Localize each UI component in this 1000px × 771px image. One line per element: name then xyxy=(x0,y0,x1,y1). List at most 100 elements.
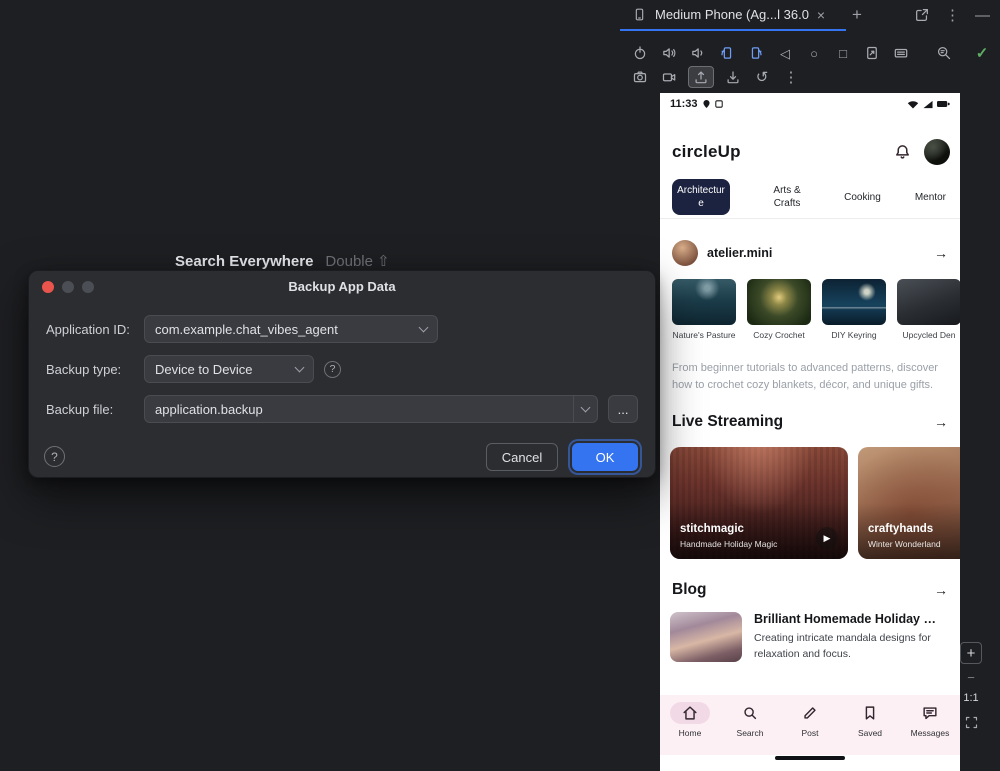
card-cozy-crochet[interactable]: Cozy Crochet xyxy=(747,279,811,340)
stream-user: stitchmagic xyxy=(680,523,744,535)
rotate-right-icon[interactable] xyxy=(746,43,766,63)
blog-post-image xyxy=(670,612,742,662)
blog-arrow-icon[interactable]: → xyxy=(934,582,948,598)
stream-caption: Winter Wonderland xyxy=(868,539,941,549)
dialog-help-button[interactable]: ? xyxy=(44,446,65,467)
screenshot-camera-icon[interactable] xyxy=(630,67,650,87)
emulator-device-tab[interactable]: Medium Phone (Ag...l 36.0 × xyxy=(620,0,846,31)
nav-item-post[interactable]: Post xyxy=(782,702,838,755)
backup-app-data-button[interactable] xyxy=(688,66,714,88)
nav-item-home[interactable]: Home xyxy=(662,702,718,755)
application-id-value: com.example.chat_vibes_agent xyxy=(155,322,338,337)
card-label: Nature's Pasture xyxy=(672,330,736,340)
nav-item-search[interactable]: Search xyxy=(722,702,778,755)
search-everywhere-popup-title: Search EverywhereDouble ⇧ xyxy=(175,252,390,270)
tab-close-icon[interactable]: × xyxy=(817,8,825,22)
card-diy-keyring[interactable]: DIY Keyring xyxy=(822,279,886,340)
toolbar-more-icon[interactable]: ⋮ xyxy=(781,67,801,87)
battery-icon xyxy=(937,100,950,108)
category-description: From beginner tutorials to advanced patt… xyxy=(672,360,948,394)
cancel-button[interactable]: Cancel xyxy=(486,443,558,471)
volume-up-icon[interactable] xyxy=(659,43,679,63)
panel-window-controls: ⋮ — xyxy=(914,7,990,23)
search-everywhere-shortcut: Double ⇧ xyxy=(325,253,389,270)
screen-record-icon[interactable] xyxy=(659,67,679,87)
tabs-divider xyxy=(660,218,960,219)
nav-label: Messages xyxy=(911,728,950,738)
zoom-out-button[interactable]: − xyxy=(967,675,975,681)
home-indicator[interactable] xyxy=(775,756,845,760)
backup-file-row: Backup file: application.backup ... xyxy=(46,395,638,423)
profile-avatar[interactable] xyxy=(924,139,950,165)
tab-mentor[interactable]: Mentor xyxy=(915,191,946,204)
new-tab-button[interactable]: + xyxy=(852,6,862,23)
blog-post-row[interactable]: Brilliant Homemade Holiday … Creating in… xyxy=(670,612,954,663)
pencil-nav-icon xyxy=(801,704,819,722)
ok-button[interactable]: OK xyxy=(572,443,638,471)
tab-cooking[interactable]: Cooking xyxy=(844,191,881,204)
zoom-ratio-button[interactable]: 1:1 xyxy=(963,692,978,704)
card-upcycled-den[interactable]: Upcycled Den xyxy=(897,279,960,340)
keyboard-input-icon[interactable] xyxy=(891,43,911,63)
backup-type-help-icon[interactable]: ? xyxy=(324,361,341,378)
stream-stitchmagic[interactable]: stitchmagic Handmade Holiday Magic ▶ xyxy=(670,447,848,559)
backup-file-combobox[interactable]: application.backup xyxy=(144,395,598,423)
browse-file-button[interactable]: ... xyxy=(608,395,638,423)
application-id-select[interactable]: com.example.chat_vibes_agent xyxy=(144,315,438,343)
device-posture-icon[interactable] xyxy=(862,43,882,63)
notification-square-icon xyxy=(715,100,723,108)
creator-row[interactable]: atelier.mini → xyxy=(672,239,948,267)
overview-icon[interactable]: □ xyxy=(833,43,853,63)
phone-screen: 11:33 circleUp Architecture Arts & Craft… xyxy=(660,93,960,771)
nav-active-pill xyxy=(670,702,710,724)
chevron-down-icon xyxy=(581,402,591,412)
creator-name: atelier.mini xyxy=(707,246,772,260)
backup-file-label: Backup file: xyxy=(46,402,144,417)
volume-down-icon[interactable] xyxy=(688,43,708,63)
blog-header: Blog → xyxy=(672,581,948,599)
live-streaming-arrow-icon[interactable]: → xyxy=(934,414,948,430)
play-icon[interactable]: ▶ xyxy=(816,527,838,549)
emulator-tab-title: Medium Phone (Ag...l 36.0 xyxy=(655,7,809,22)
tab-architecture[interactable]: Architecture xyxy=(672,179,730,215)
card-image xyxy=(747,279,811,325)
bookmark-nav-icon xyxy=(861,704,879,722)
open-in-window-icon[interactable] xyxy=(914,7,930,23)
card-image xyxy=(822,279,886,325)
power-icon[interactable] xyxy=(630,43,650,63)
creator-arrow-icon[interactable]: → xyxy=(934,245,948,261)
card-label: Cozy Crochet xyxy=(747,330,811,340)
creator-avatar xyxy=(672,240,698,266)
card-label: Upcycled Den xyxy=(897,330,960,340)
backup-file-value[interactable]: application.backup xyxy=(145,396,573,422)
backup-type-select[interactable]: Device to Device xyxy=(144,355,314,383)
stream-user: craftyhands xyxy=(868,523,933,535)
panel-minimize-icon[interactable]: — xyxy=(975,8,990,23)
card-image xyxy=(897,279,960,325)
download-icon xyxy=(725,69,741,85)
rotate-left-icon[interactable] xyxy=(717,43,737,63)
back-icon[interactable]: ◁ xyxy=(775,43,795,63)
reset-icon[interactable]: ↺ xyxy=(752,67,772,87)
home-icon[interactable]: ○ xyxy=(804,43,824,63)
stream-craftyhands[interactable]: craftyhands Winter Wonderland xyxy=(858,447,960,559)
find-icon[interactable] xyxy=(934,43,954,63)
tab-arts-crafts[interactable]: Arts & Crafts xyxy=(764,184,810,210)
nav-item-saved[interactable]: Saved xyxy=(842,702,898,755)
search-nav-icon xyxy=(741,704,759,722)
backup-file-dropdown[interactable] xyxy=(573,396,597,422)
zoom-fit-icon[interactable] xyxy=(964,715,979,730)
backup-type-value: Device to Device xyxy=(155,362,253,377)
panel-more-icon[interactable]: ⋮ xyxy=(945,8,960,23)
wifi-icon xyxy=(907,100,919,109)
device-phone-icon xyxy=(632,7,647,22)
card-natures-pasture[interactable]: Nature's Pasture xyxy=(672,279,736,340)
status-time: 11:33 xyxy=(670,98,698,110)
chevron-down-icon xyxy=(419,322,429,332)
bell-icon[interactable] xyxy=(893,143,912,162)
nav-item-messages[interactable]: Messages xyxy=(902,702,958,755)
zoom-controls: + − 1:1 xyxy=(956,642,986,730)
blog-title: Blog xyxy=(672,581,706,599)
restore-app-data-button[interactable] xyxy=(723,67,743,87)
zoom-in-button[interactable]: + xyxy=(960,642,982,664)
